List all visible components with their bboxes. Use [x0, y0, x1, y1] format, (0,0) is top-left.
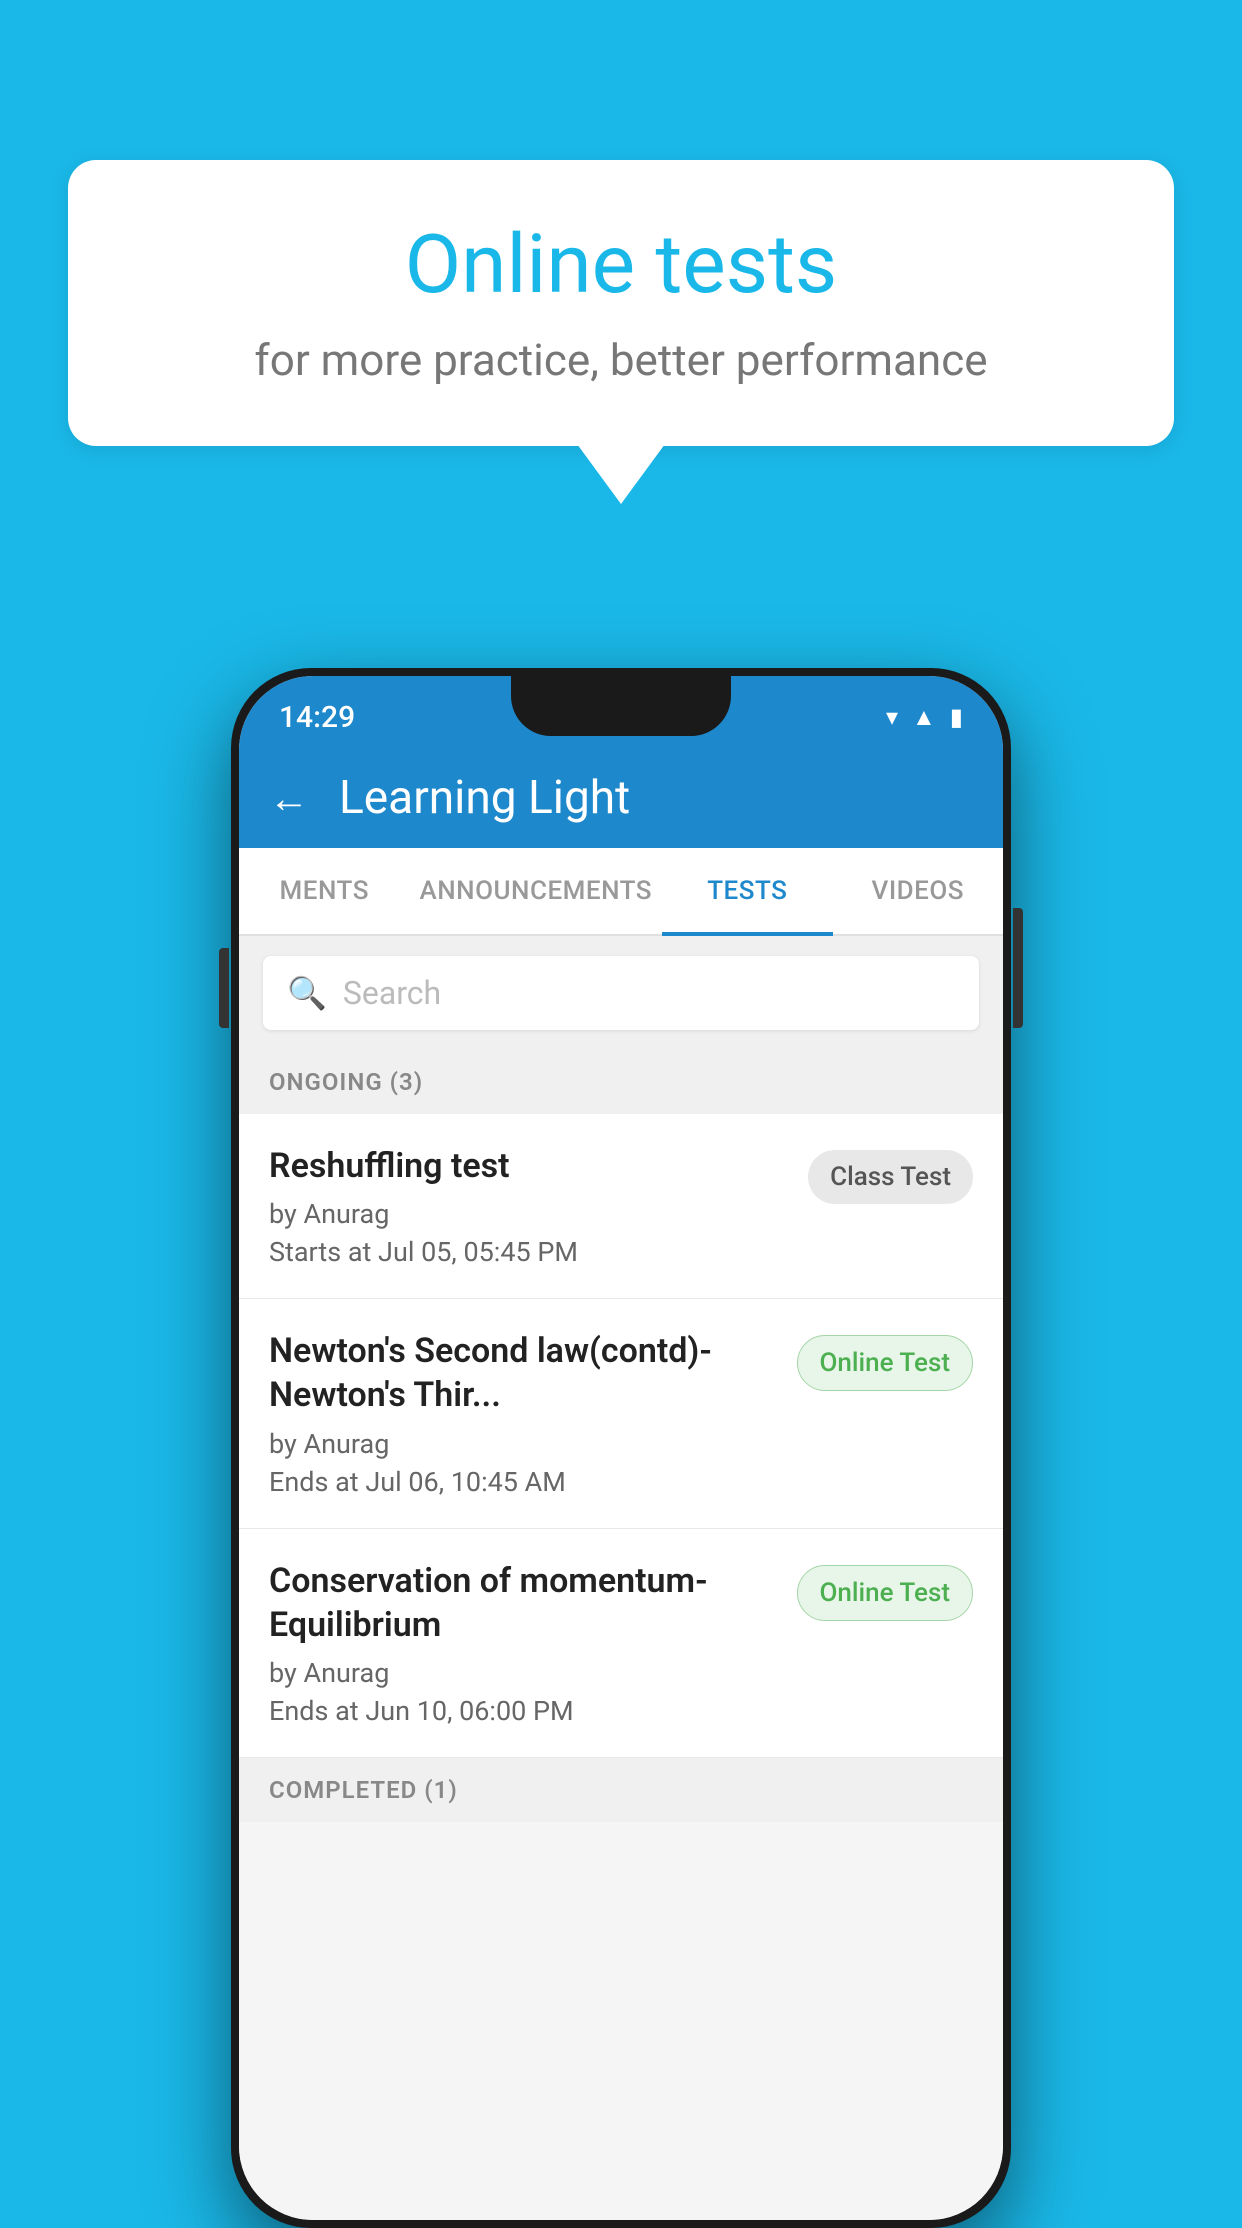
test-item-reshuffling[interactable]: Reshuffling test by Anurag Starts at Jul…: [239, 1114, 1003, 1299]
test-badge-conservation: Online Test: [797, 1565, 974, 1621]
test-info-reshuffling: Reshuffling test by Anurag Starts at Jul…: [269, 1144, 808, 1268]
app-title: Learning Light: [339, 771, 630, 825]
tab-videos[interactable]: VIDEOS: [833, 848, 1003, 934]
test-info-newtons: Newton's Second law(contd)-Newton's Thir…: [269, 1329, 797, 1497]
tab-tests[interactable]: TESTS: [662, 848, 832, 934]
speech-bubble: Online tests for more practice, better p…: [68, 160, 1174, 446]
test-time-newtons: Ends at Jul 06, 10:45 AM: [269, 1466, 777, 1498]
phone-screen: 14:29 ▾ ▲ ▮ ← Learning Light ME: [239, 676, 1003, 2220]
phone-content: MENTS ANNOUNCEMENTS TESTS VIDEOS 🔍 Searc…: [239, 848, 1003, 2220]
power-button: [1013, 908, 1023, 1028]
tab-announcements[interactable]: ANNOUNCEMENTS: [409, 848, 662, 934]
signal-icon: ▲: [912, 703, 936, 732]
app-header: ← Learning Light: [239, 748, 1003, 848]
phone-frame: 14:29 ▾ ▲ ▮ ← Learning Light ME: [231, 668, 1011, 2228]
status-time: 14:29: [279, 700, 355, 735]
battery-icon: ▮: [950, 703, 963, 731]
tab-ments[interactable]: MENTS: [239, 848, 409, 934]
test-item-conservation[interactable]: Conservation of momentum-Equilibrium by …: [239, 1529, 1003, 1758]
tabs-bar: MENTS ANNOUNCEMENTS TESTS VIDEOS: [239, 848, 1003, 936]
phone-mockup: 14:29 ▾ ▲ ▮ ← Learning Light ME: [231, 668, 1011, 2228]
promo-section: Online tests for more practice, better p…: [68, 160, 1174, 504]
test-item-newtons[interactable]: Newton's Second law(contd)-Newton's Thir…: [239, 1299, 1003, 1528]
volume-button: [219, 948, 229, 1028]
test-title-conservation: Conservation of momentum-Equilibrium: [269, 1559, 777, 1647]
bubble-title: Online tests: [138, 220, 1104, 310]
test-time-conservation: Ends at Jun 10, 06:00 PM: [269, 1695, 777, 1727]
test-author-reshuffling: by Anurag: [269, 1198, 788, 1230]
search-section: 🔍 Search: [239, 936, 1003, 1050]
test-time-reshuffling: Starts at Jul 05, 05:45 PM: [269, 1236, 788, 1268]
test-title-newtons: Newton's Second law(contd)-Newton's Thir…: [269, 1329, 777, 1417]
test-author-conservation: by Anurag: [269, 1657, 777, 1689]
search-icon: 🔍: [287, 974, 327, 1012]
search-bar[interactable]: 🔍 Search: [263, 956, 979, 1030]
test-badge-newtons: Online Test: [797, 1335, 974, 1391]
search-input[interactable]: Search: [343, 974, 441, 1012]
completed-section-header: COMPLETED (1): [239, 1758, 1003, 1822]
wifi-icon: ▾: [886, 703, 898, 731]
status-icons: ▾ ▲ ▮: [886, 703, 963, 732]
ongoing-section-header: ONGOING (3): [239, 1050, 1003, 1114]
test-author-newtons: by Anurag: [269, 1428, 777, 1460]
phone-notch: [511, 676, 731, 736]
test-title-reshuffling: Reshuffling test: [269, 1144, 788, 1188]
bubble-subtitle: for more practice, better performance: [138, 334, 1104, 386]
test-info-conservation: Conservation of momentum-Equilibrium by …: [269, 1559, 797, 1727]
test-badge-reshuffling: Class Test: [808, 1150, 973, 1204]
bubble-tail: [577, 444, 665, 504]
back-button[interactable]: ←: [269, 775, 309, 822]
